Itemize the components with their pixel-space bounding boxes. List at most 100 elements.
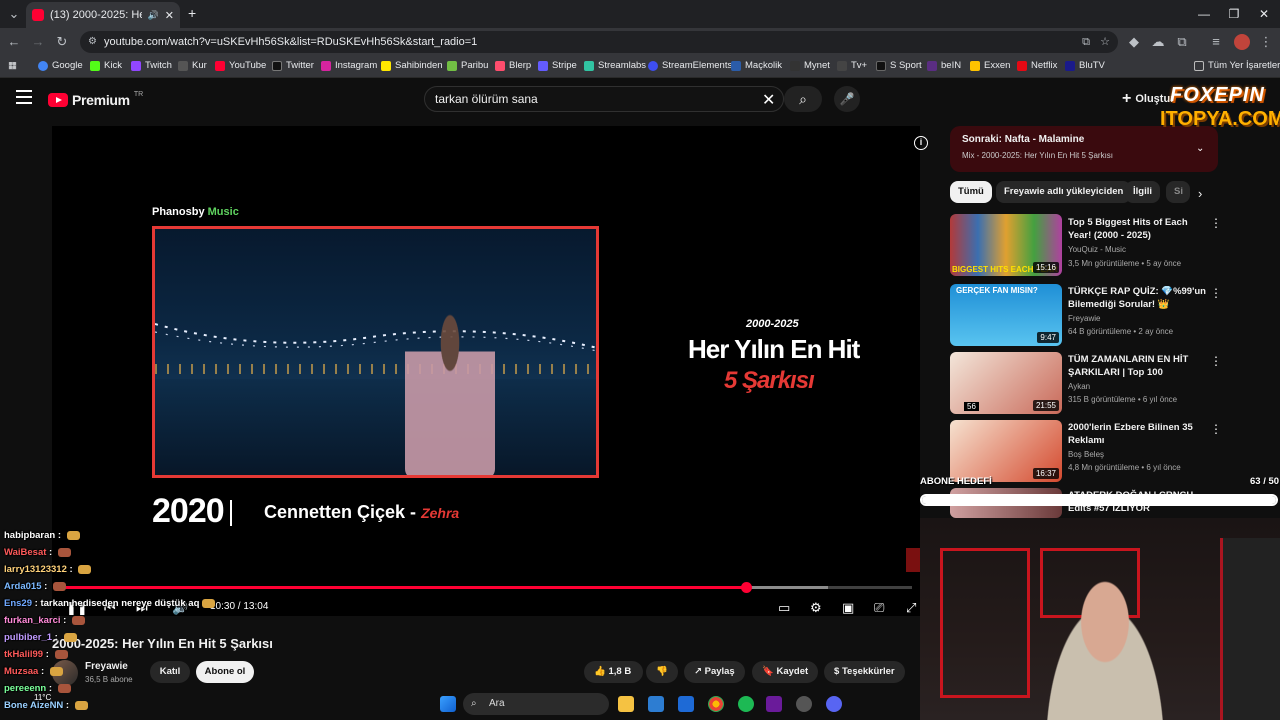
discord-icon[interactable] <box>826 696 842 712</box>
chevron-down-icon[interactable]: ⌄ <box>1196 143 1204 154</box>
store-icon[interactable] <box>648 696 664 712</box>
voice-search-icon[interactable]: 🎤 <box>834 86 860 112</box>
file-explorer-icon[interactable] <box>618 696 634 712</box>
end-card-tab[interactable] <box>906 548 920 572</box>
all-bookmarks[interactable]: Tüm Yer İşaretleri <box>1194 60 1280 71</box>
tab-list-icon[interactable]: ⌄ <box>4 4 24 24</box>
up-next-panel[interactable]: Sonraki: Nafta - Malamine Mix - 2000-202… <box>950 126 1218 172</box>
tab-close-icon[interactable]: ✕ <box>165 9 174 22</box>
new-tab-icon[interactable]: + <box>188 5 196 21</box>
bookmark-kur[interactable]: Kur <box>178 60 207 71</box>
profile-avatar[interactable] <box>1234 34 1250 50</box>
clear-search-icon[interactable]: ✕ <box>762 90 775 110</box>
progress-scrubber[interactable] <box>741 582 753 593</box>
youtube-premium-logo[interactable]: Premium TR <box>48 90 143 110</box>
rec-title[interactable]: TÜRKÇE RAP QUİZ: 💎%99'un Bilemediği Soru… <box>1068 285 1208 311</box>
hamburger-menu-icon[interactable] <box>16 90 32 104</box>
minimize-icon[interactable]: — <box>1194 4 1214 24</box>
reload-icon[interactable]: ↻ <box>52 32 72 52</box>
bookmark-sahibinden[interactable]: Sahibinden <box>381 60 443 71</box>
bookmark-twitch[interactable]: Twitch <box>131 60 172 71</box>
cast-icon[interactable]: ⎚ <box>874 600 884 616</box>
rec-channel[interactable]: YouQuiz - Music <box>1068 245 1126 254</box>
rec-title[interactable]: Top 5 Biggest Hits of Each Year! (2000 -… <box>1068 216 1208 242</box>
window-close-icon[interactable]: ✕ <box>1254 4 1274 24</box>
extension2-icon[interactable]: ☁ <box>1148 32 1168 52</box>
bookmark-blutv[interactable]: BluTV <box>1065 60 1105 71</box>
rec-thumbnail[interactable]: BIGGEST HITS EACH YEAR 15:16 <box>950 214 1062 276</box>
search-input[interactable]: tarkan ölürüm sana <box>424 86 784 112</box>
channel-name[interactable]: Freyawie <box>85 661 128 672</box>
more-options-icon[interactable]: ⋮ <box>1210 286 1222 300</box>
chip-uploader[interactable]: Freyawie adlı yükleyiciden <box>996 181 1132 203</box>
rec-thumbnail[interactable]: GERÇEK FAN MISIN? 9:47 <box>950 284 1062 346</box>
chrome-icon[interactable] <box>708 696 724 712</box>
more-options-icon[interactable]: ⋮ <box>1210 216 1222 230</box>
browser-menu-icon[interactable]: ⋮ <box>1256 32 1276 52</box>
bookmark-mynet[interactable]: Mynet <box>790 60 830 71</box>
mail-icon[interactable] <box>678 696 694 712</box>
bookmark-bein[interactable]: beIN <box>927 60 961 71</box>
subtitles-icon[interactable]: ▭ <box>778 600 790 616</box>
bookmark-exxen[interactable]: Exxen <box>970 60 1010 71</box>
taskbar-search[interactable]: ⌕ Ara <box>463 693 609 715</box>
rec-channel[interactable]: Freyawie <box>1068 314 1100 323</box>
bookmark-star-icon[interactable]: ☆ <box>1100 31 1110 53</box>
bookmark-kick[interactable]: Kick <box>90 60 122 71</box>
rec-thumbnail[interactable]: 56 21:55 <box>950 352 1062 414</box>
bookmark-twitter[interactable]: Twitter <box>272 60 314 71</box>
bookmark-streamelements[interactable]: StreamElements <box>648 60 732 71</box>
save-button[interactable]: 🔖 Kaydet <box>752 661 819 683</box>
maximize-icon[interactable]: ❐ <box>1224 4 1244 24</box>
info-icon[interactable]: i <box>914 136 928 150</box>
bookmark-mackolik[interactable]: Maçkolik <box>731 60 782 71</box>
bookmark-streamlabs[interactable]: Streamlabs <box>584 60 646 71</box>
more-options-icon[interactable]: ⋮ <box>1210 422 1222 436</box>
rec-channel[interactable]: Aykan <box>1068 382 1090 391</box>
app2-icon[interactable] <box>796 696 812 712</box>
like-button[interactable]: 👍 1,8 B <box>584 661 644 683</box>
chip-more[interactable]: Si <box>1166 181 1190 203</box>
bookmark-blerp[interactable]: Blerp <box>495 60 531 71</box>
extensions-puzzle-icon[interactable]: ⧉ <box>1172 32 1192 52</box>
rec-title[interactable]: TÜM ZAMANLARIN EN HİT ŞARKILARI | Top 10… <box>1068 353 1208 379</box>
settings-gear-icon[interactable]: ⚙ <box>810 600 822 616</box>
rec-title[interactable]: 2000'lerin Ezbere Bilinen 35 Reklamı <box>1068 421 1208 447</box>
apps-grid-icon[interactable]: ▦ <box>8 60 17 71</box>
app-icon[interactable] <box>766 696 782 712</box>
bookmark-netflix[interactable]: Netflix <box>1017 60 1057 71</box>
more-options-icon[interactable]: ⋮ <box>1210 354 1222 368</box>
forward-icon[interactable]: → <box>28 32 48 52</box>
bookmark-tvplus[interactable]: Tv+ <box>837 60 867 71</box>
fullscreen-icon[interactable]: ⤢ <box>906 600 916 616</box>
browser-tab[interactable]: (13) 2000-2025: Her Yılın En... 🔊 ✕ <box>26 2 180 28</box>
tab-audio-icon[interactable]: 🔊 <box>148 10 159 21</box>
back-icon[interactable]: ← <box>4 32 24 52</box>
bookmark-instagram[interactable]: Instagram <box>321 60 377 71</box>
search-button[interactable]: ⌕ <box>784 86 822 112</box>
bookmark-stripe[interactable]: Stripe <box>538 60 577 71</box>
chip-related[interactable]: İlgili <box>1125 181 1160 203</box>
chip-all[interactable]: Tümü <box>950 181 992 203</box>
bookmark-paribu[interactable]: Paribu <box>447 60 488 71</box>
theater-mode-icon[interactable]: ▣ <box>842 600 854 616</box>
install-app-icon[interactable]: ⧉ <box>1082 31 1090 53</box>
share-button[interactable]: ↗ Paylaş <box>684 661 745 683</box>
site-info-icon[interactable]: ⚙ <box>88 31 97 53</box>
rec-thumbnail[interactable]: 16:37 <box>950 420 1062 482</box>
bookmark-youtube[interactable]: YouTube <box>215 60 266 71</box>
bookmark-ssport[interactable]: S Sport <box>876 60 922 71</box>
thanks-button[interactable]: $ Teşekkürler <box>824 661 905 683</box>
windows-start-icon[interactable] <box>440 696 456 712</box>
dislike-button[interactable]: 👎 <box>646 661 678 683</box>
extension-icon[interactable]: ◆ <box>1124 32 1144 52</box>
bookmark-google[interactable]: Google <box>38 60 83 71</box>
spotify-icon[interactable] <box>738 696 754 712</box>
subscribe-button[interactable]: Abone ol <box>196 661 254 683</box>
tab-search-icon[interactable]: ≡ <box>1206 32 1226 52</box>
create-button[interactable]: + Oluştur <box>1122 90 1174 108</box>
rec-channel[interactable]: Boş Beleş <box>1068 450 1104 459</box>
join-button[interactable]: Katıl <box>150 661 190 683</box>
address-bar[interactable]: ⚙ youtube.com/watch?v=uSKEvHh56Sk&list=R… <box>80 31 1118 53</box>
chevron-right-icon[interactable]: › <box>1198 186 1202 201</box>
